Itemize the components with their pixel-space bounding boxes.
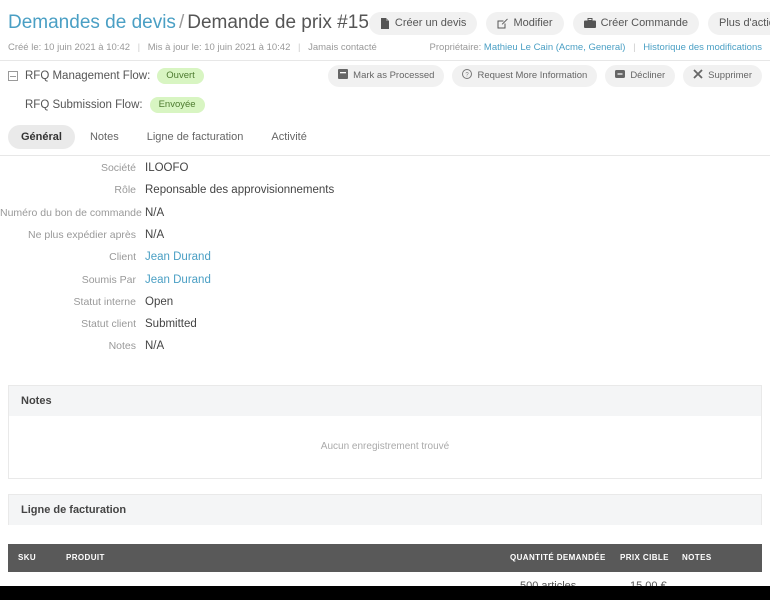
field-label: Rôle bbox=[114, 184, 136, 197]
created-timestamp: Créé le: 10 juin 2021 à 10:42 bbox=[8, 42, 131, 53]
owner-link[interactable]: Mathieu Le Cain (Acme, General) bbox=[484, 42, 626, 53]
question-circle-icon: ? bbox=[462, 68, 473, 83]
submission-flow-row: RFQ Submission Flow: Envoyée bbox=[8, 90, 762, 119]
edit-label: Modifier bbox=[513, 17, 553, 29]
more-actions-label: Plus d'actions bbox=[718, 17, 770, 29]
column-header-notes: NOTES bbox=[682, 553, 712, 563]
field-label: Statut interne bbox=[73, 295, 136, 308]
more-actions-button[interactable]: Plus d'actions bbox=[707, 12, 770, 35]
breadcrumb: Demandes de devis / Demande de prix #15 bbox=[8, 10, 369, 36]
delete-label: Supprimer bbox=[708, 69, 752, 81]
close-x-icon bbox=[693, 68, 703, 83]
field-value: N/A bbox=[145, 340, 165, 353]
field-row-client: Client Jean Durand bbox=[0, 251, 770, 273]
field-row-submitted-by: Soumis Par Jean Durand bbox=[0, 274, 770, 296]
field-row-purchase-order-number: Numéro du bon de commande N/A bbox=[0, 207, 770, 229]
header-action-buttons: Créer un devis Modifier Créer Commande P… bbox=[368, 10, 770, 35]
general-field-list: Société ILOOFO Rôle Reponsable des appro… bbox=[0, 156, 770, 363]
tab-bar: Général Notes Ligne de facturation Activ… bbox=[0, 119, 770, 150]
table-header-row: SKU PRODUIT QUANTITÉ DEMANDÉE PRIX CIBLE… bbox=[8, 543, 762, 572]
notes-panel: Notes bbox=[8, 384, 762, 416]
management-flow-row: RFQ Management Flow: Ouvert Mark as Proc… bbox=[8, 61, 762, 90]
breadcrumb-separator: / bbox=[178, 12, 185, 33]
field-value: Submitted bbox=[145, 318, 197, 331]
create-order-button[interactable]: Créer Commande bbox=[572, 12, 699, 35]
field-row-internal-status: Statut interne Open bbox=[0, 296, 770, 318]
updated-timestamp: Mis à jour le: 10 juin 2021 à 10:42 bbox=[147, 42, 291, 53]
field-label: Numéro du bon de commande bbox=[0, 206, 142, 219]
field-label: Client bbox=[109, 251, 136, 264]
meta-divider-3: | bbox=[633, 42, 636, 53]
field-label: Société bbox=[100, 162, 136, 175]
tab-activity[interactable]: Activité bbox=[258, 125, 319, 149]
request-more-information-button[interactable]: ? Request More Information bbox=[452, 64, 598, 87]
notes-empty-message: Aucun enregistrement trouvé bbox=[320, 441, 450, 453]
create-quote-label: Créer un devis bbox=[394, 17, 467, 29]
field-label: Notes bbox=[108, 340, 136, 353]
management-flow-label: RFQ Management Flow: bbox=[25, 69, 151, 82]
field-value: ILOOFO bbox=[145, 162, 189, 175]
breadcrumb-parent-link[interactable]: Demandes de devis bbox=[8, 12, 176, 33]
minus-box-icon bbox=[615, 69, 626, 83]
rfq-detail-page: Demandes de devis / Demande de prix #15 Cr… bbox=[0, 0, 770, 600]
delete-button[interactable]: Supprimer bbox=[683, 64, 762, 87]
create-quote-button[interactable]: Créer un devis bbox=[368, 12, 478, 35]
notes-panel-title: Notes bbox=[9, 385, 761, 416]
field-label: Statut client bbox=[81, 318, 136, 331]
briefcase-icon bbox=[583, 18, 596, 29]
document-icon bbox=[380, 18, 390, 29]
tab-general[interactable]: Général bbox=[8, 125, 75, 150]
svg-text:?: ? bbox=[466, 72, 470, 78]
tab-notes[interactable]: Notes bbox=[77, 125, 132, 149]
tab-billing-line[interactable]: Ligne de facturation bbox=[134, 125, 257, 149]
field-row-role: Rôle Reponsable des approvisionnements bbox=[0, 184, 770, 206]
page-header: Demandes de devis / Demande de prix #15 Cr… bbox=[0, 0, 770, 36]
field-row-do-not-ship-after: Ne plus expédier après N/A bbox=[0, 229, 770, 251]
page-title: Demande de prix #15 bbox=[187, 12, 369, 33]
column-header-quantity: QUANTITÉ DEMANDÉE bbox=[510, 553, 606, 563]
column-header-price: PRIX CIBLE bbox=[620, 553, 669, 563]
meta-left-group: Créé le: 10 juin 2021 à 10:42 | Mis à jo… bbox=[8, 42, 377, 53]
record-meta-bar: Créé le: 10 juin 2021 à 10:42 | Mis à jo… bbox=[0, 36, 770, 53]
notes-panel-body: Aucun enregistrement trouvé bbox=[8, 415, 762, 479]
create-order-label: Créer Commande bbox=[600, 17, 688, 29]
meta-right-group: Propriétaire: Mathieu Le Cain (Acme, Gen… bbox=[430, 42, 762, 53]
decline-label: Décliner bbox=[630, 69, 666, 81]
field-value-link[interactable]: Jean Durand bbox=[145, 274, 211, 286]
meta-divider-2: | bbox=[298, 42, 301, 53]
field-value: Reponsable des approvisionnements bbox=[145, 184, 335, 197]
management-flow-status-badge: Ouvert bbox=[157, 67, 204, 84]
submission-flow-label: RFQ Submission Flow: bbox=[25, 98, 143, 111]
footer-bar bbox=[0, 586, 770, 600]
mark-as-processed-label: Mark as Processed bbox=[353, 69, 435, 81]
collapse-toggle-icon[interactable] bbox=[8, 70, 18, 81]
change-history-link[interactable]: Historique des modifications bbox=[643, 42, 762, 53]
contacted-status: Jamais contacté bbox=[308, 42, 377, 53]
edit-icon bbox=[497, 18, 509, 29]
edit-button[interactable]: Modifier bbox=[486, 12, 564, 35]
field-value: N/A bbox=[145, 206, 165, 219]
field-value: Open bbox=[145, 295, 174, 308]
column-header-product: PRODUIT bbox=[66, 553, 105, 563]
flow-section: RFQ Management Flow: Ouvert Mark as Proc… bbox=[0, 61, 770, 119]
field-row-client-status: Statut client Submitted bbox=[0, 318, 770, 340]
field-label: Soumis Par bbox=[81, 273, 136, 286]
column-header-sku: SKU bbox=[18, 553, 37, 563]
field-value-link[interactable]: Jean Durand bbox=[145, 251, 211, 263]
meta-divider-1: | bbox=[137, 42, 141, 53]
decline-button[interactable]: Décliner bbox=[605, 64, 676, 87]
request-more-information-label: Request More Information bbox=[477, 69, 588, 81]
billing-panel-title: Ligne de facturation bbox=[9, 494, 761, 525]
archive-icon bbox=[338, 68, 349, 83]
field-row-notes: Notes N/A bbox=[0, 340, 770, 362]
field-label: Ne plus expédier après bbox=[28, 228, 136, 241]
flow-action-buttons: Mark as Processed ? Request More Informa… bbox=[328, 64, 762, 87]
owner-label: Propriétaire: bbox=[429, 42, 482, 53]
mark-as-processed-button[interactable]: Mark as Processed bbox=[328, 64, 445, 87]
field-value: N/A bbox=[145, 228, 165, 241]
field-row-societe: Société ILOOFO bbox=[0, 162, 770, 184]
submission-flow-status-badge: Envoyée bbox=[149, 96, 205, 113]
billing-panel: Ligne de facturation bbox=[8, 493, 762, 525]
